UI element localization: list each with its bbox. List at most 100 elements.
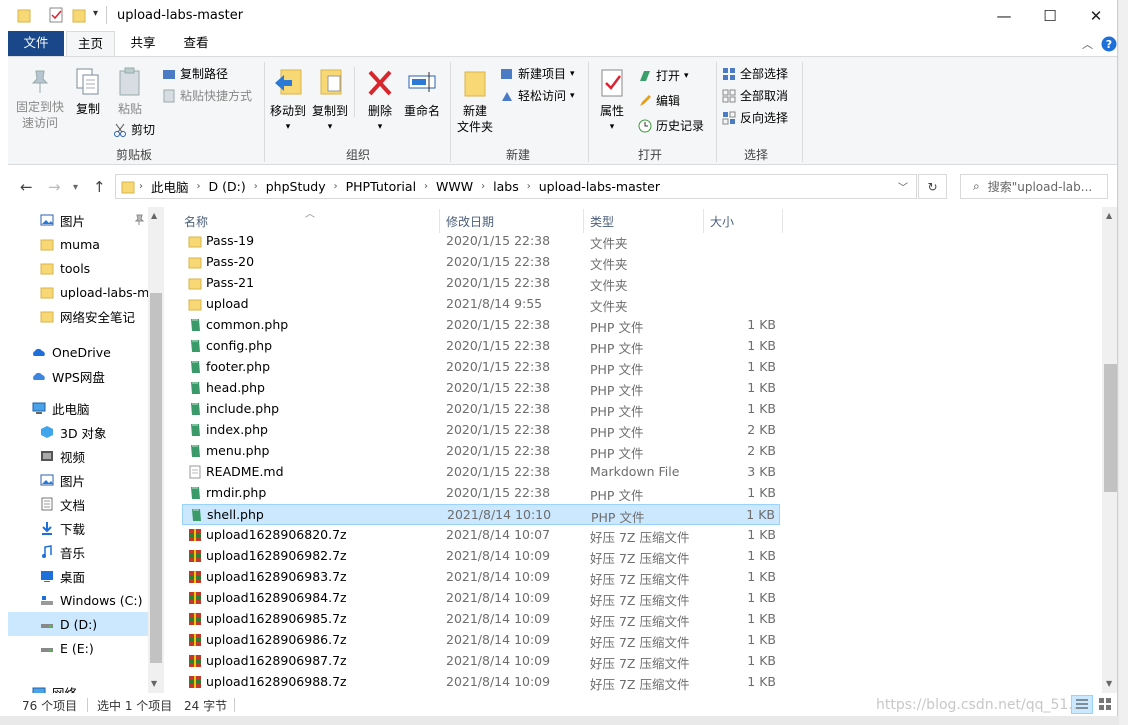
large-icons-view-icon[interactable] (1097, 696, 1113, 712)
scroll-up-icon[interactable]: ▲ (151, 211, 157, 220)
cut-button[interactable]: 剪切 (113, 121, 155, 138)
select-none-button[interactable]: 全部取消 (722, 87, 788, 104)
forward-arrow-icon[interactable]: → (48, 178, 61, 196)
file-row[interactable]: upload1628906982.7z 2021/8/14 10:09 好压 7Z … (182, 546, 780, 567)
tab-view[interactable]: 查看 (173, 31, 219, 56)
invert-selection-button[interactable]: 反向选择 (722, 109, 788, 126)
breadcrumb-www[interactable]: WWW (432, 179, 477, 194)
tab-file[interactable]: 文件 (8, 31, 64, 56)
file-row[interactable]: index.php 2020/1/15 22:38 PHP 文件 2 KB (182, 420, 780, 441)
column-separator[interactable] (439, 209, 440, 233)
address-bar[interactable]: › 此电脑 › D (D:) › phpStudy › PHPTutorial … (115, 174, 917, 199)
breadcrumb-separator-icon[interactable]: › (250, 181, 262, 192)
sidebar-item-1[interactable]: muma (8, 232, 154, 256)
file-row[interactable]: README.md 2020/1/15 22:38 Markdown File 3 K… (182, 462, 780, 483)
minimize-button[interactable]: — (981, 0, 1027, 31)
recent-dropdown-icon[interactable]: ▾ (73, 182, 78, 193)
new-folder-button[interactable]: 新建 文件夹 (454, 67, 496, 135)
edit-button[interactable]: 编辑 (638, 92, 680, 109)
sidebar-item-17[interactable]: E (E:) (8, 636, 154, 660)
new-item-button[interactable]: 新建项目 ▾ (500, 65, 575, 82)
sidebar-item-5[interactable]: OneDrive (8, 340, 154, 364)
file-row[interactable]: footer.php 2020/1/15 22:38 PHP 文件 1 KB (182, 357, 780, 378)
properties-button[interactable]: 属性 ▾ (594, 67, 630, 135)
sidebar-item-4[interactable]: 网络安全笔记 (8, 304, 154, 328)
sidebar-item-12[interactable]: 下载 (8, 516, 154, 540)
file-row[interactable]: rmdir.php 2020/1/15 22:38 PHP 文件 1 KB (182, 483, 780, 504)
breadcrumb-separator-icon[interactable]: › (523, 181, 535, 192)
easy-access-button[interactable]: 轻松访问 ▾ (500, 87, 575, 104)
file-row[interactable]: upload1628906986.7z 2021/8/14 10:09 好压 7Z … (182, 630, 780, 651)
file-list-scrollbar[interactable]: ▲ ▼ (1102, 207, 1117, 693)
copy-button[interactable]: 复制 (71, 67, 105, 117)
breadcrumb-this-pc[interactable]: 此电脑 (147, 177, 193, 196)
paste-button[interactable]: 粘贴 (113, 67, 147, 117)
column-header-size[interactable]: 大小 (710, 213, 734, 230)
file-row[interactable]: upload1628906983.7z 2021/8/14 10:09 好压 7Z … (182, 567, 780, 588)
sidebar-item-14[interactable]: 桌面 (8, 564, 154, 588)
breadcrumb-phpstudy[interactable]: phpStudy (262, 179, 330, 194)
scroll-up-icon[interactable]: ▲ (1106, 211, 1112, 220)
file-row[interactable]: upload1628906985.7z 2021/8/14 10:09 好压 7Z … (182, 609, 780, 630)
select-all-button[interactable]: 全部选择 (722, 65, 788, 82)
sidebar-item-7[interactable]: 此电脑 (8, 396, 154, 420)
breadcrumb-drive-d[interactable]: D (D:) (205, 179, 250, 194)
sidebar-item-15[interactable]: Windows (C:) (8, 588, 154, 612)
open-button[interactable]: 打开 ▾ (638, 67, 689, 84)
breadcrumb-separator-icon[interactable]: › (193, 181, 205, 192)
move-to-button[interactable]: 移动到 ▾ (268, 67, 308, 135)
sidebar-item-18[interactable]: 网络 (8, 680, 154, 693)
file-row[interactable]: menu.php 2020/1/15 22:38 PHP 文件 2 KB (182, 441, 780, 462)
file-list-scrollbar-thumb[interactable] (1104, 364, 1117, 492)
collapse-ribbon-icon[interactable]: ︿ (1082, 36, 1093, 52)
tab-home[interactable]: 主页 (66, 31, 115, 57)
navigation-scrollbar[interactable]: ▲ ▼ (148, 207, 164, 693)
breadcrumb-labs[interactable]: labs (489, 179, 523, 194)
file-row[interactable]: upload1628906987.7z 2021/8/14 10:09 好压 7Z … (182, 651, 780, 672)
file-row[interactable]: config.php 2020/1/15 22:38 PHP 文件 1 KB (182, 336, 780, 357)
copy-to-button[interactable]: 复制到 ▾ (310, 67, 350, 135)
file-row[interactable]: upload 2021/8/14 9:55 文件夹 (182, 294, 780, 315)
file-row[interactable]: Pass-19 2020/1/15 22:38 文件夹 (182, 231, 780, 252)
close-button[interactable]: ✕ (1073, 0, 1117, 31)
column-separator[interactable] (782, 209, 783, 233)
navigation-scrollbar-thumb[interactable] (150, 293, 162, 663)
breadcrumb-separator-icon[interactable]: › (420, 181, 432, 192)
sidebar-item-3[interactable]: upload-labs-m (8, 280, 154, 304)
breadcrumb-upload-labs-master[interactable]: upload-labs-master (535, 179, 664, 194)
up-arrow-icon[interactable]: ↑ (93, 178, 106, 196)
file-row[interactable]: Pass-21 2020/1/15 22:38 文件夹 (182, 273, 780, 294)
file-row[interactable]: head.php 2020/1/15 22:38 PHP 文件 1 KB (182, 378, 780, 399)
breadcrumb-separator-icon[interactable]: › (330, 181, 342, 192)
new-folder-icon[interactable] (72, 7, 86, 23)
rename-button[interactable]: 重命名 (402, 67, 442, 119)
pin-quick-access-button[interactable]: 固定到快 速访问 (14, 69, 66, 131)
refresh-button[interactable]: ↻ (918, 174, 947, 199)
file-row[interactable]: common.php 2020/1/15 22:38 PHP 文件 1 KB (182, 315, 780, 336)
scroll-down-icon[interactable]: ▼ (151, 679, 157, 688)
column-header-date[interactable]: 修改日期 (446, 213, 494, 230)
search-box[interactable]: ⌕ 搜索"upload-lab... (960, 174, 1108, 199)
quick-access-dropdown-icon[interactable]: ▾ (93, 8, 98, 19)
scroll-down-icon[interactable]: ▼ (1106, 679, 1112, 688)
breadcrumb-separator-icon[interactable]: › (477, 181, 489, 192)
paste-shortcut-button[interactable]: 粘贴快捷方式 (162, 87, 252, 104)
file-row[interactable]: upload1628906984.7z 2021/8/14 10:09 好压 7Z … (182, 588, 780, 609)
breadcrumb-separator-icon[interactable]: › (135, 181, 147, 192)
file-row[interactable]: upload1628906820.7z 2021/8/14 10:07 好压 7Z … (182, 525, 780, 546)
sidebar-item-11[interactable]: 文档 (8, 492, 154, 516)
properties-icon[interactable] (48, 7, 64, 23)
sidebar-item-10[interactable]: 图片 (8, 468, 154, 492)
help-icon[interactable]: ? (1101, 36, 1117, 52)
sidebar-item-2[interactable]: tools (8, 256, 154, 280)
pin-icon[interactable] (133, 214, 145, 226)
sidebar-item-8[interactable]: 3D 对象 (8, 420, 154, 444)
column-separator[interactable] (703, 209, 704, 233)
file-row[interactable]: Pass-20 2020/1/15 22:38 文件夹 (182, 252, 780, 273)
copy-path-button[interactable]: 复制路径 (162, 65, 228, 82)
sidebar-item-9[interactable]: 视频 (8, 444, 154, 468)
file-row[interactable]: upload1628906988.7z 2021/8/14 10:09 好压 7Z … (182, 672, 780, 693)
back-arrow-icon[interactable]: ← (20, 178, 33, 196)
maximize-button[interactable]: ☐ (1027, 0, 1073, 31)
tab-share[interactable]: 共享 (120, 31, 166, 56)
